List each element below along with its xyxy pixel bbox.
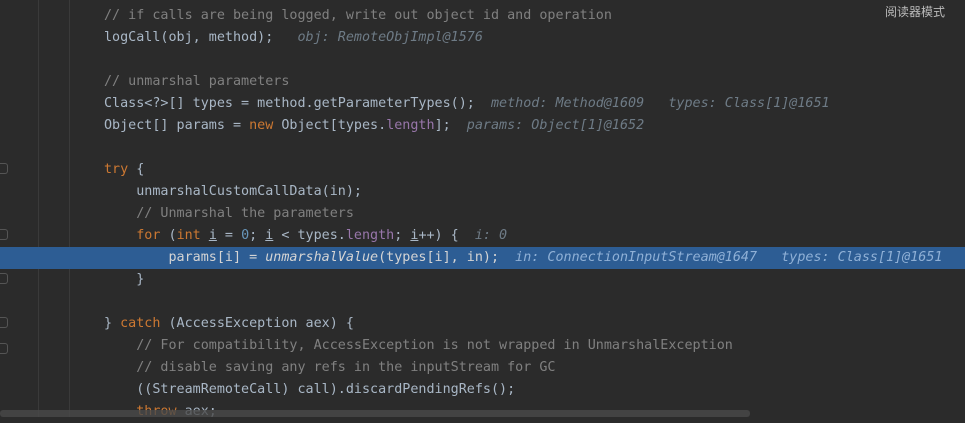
code-token: (: [160, 228, 177, 243]
code-text: } catch (AccessException aex) {: [104, 313, 354, 335]
code-token: logCall(obj, method);: [104, 30, 274, 45]
code-line[interactable]: logCall(obj, method); obj: RemoteObjImpl…: [0, 27, 965, 49]
inline-debug-value: obj: RemoteObjImpl@1576: [273, 30, 483, 45]
code-token: Object[types.: [273, 118, 387, 133]
code-token: (AccessException aex) {: [160, 316, 354, 331]
code-token: 0: [241, 228, 250, 243]
code-token: ++) {: [418, 228, 459, 243]
code-token: // For compatibility, AccessException is…: [104, 338, 733, 353]
code-token: {: [128, 162, 145, 177]
code-text: for (int i = 0; i < types.length; i++) {…: [104, 225, 507, 247]
code-token: params[i] =: [104, 250, 266, 265]
code-token: new: [249, 118, 274, 133]
code-text: // unmarshal parameters: [104, 71, 289, 93]
code-token: // Unmarshal the parameters: [104, 206, 354, 221]
code-token: unmarshalCustomCallData(in);: [104, 184, 362, 199]
code-text: try {: [104, 159, 144, 181]
code-line[interactable]: Object[] params = new Object[types.lengt…: [0, 115, 965, 137]
code-token: unmarshalValue: [265, 250, 379, 265]
code-token: catch: [120, 316, 161, 331]
code-token: int: [176, 228, 201, 243]
inline-debug-value: in: ConnectionInputStream@1647 types: Cl…: [499, 250, 943, 265]
code-token: // disable saving any refs in the inputS…: [104, 360, 556, 375]
code-text: // if calls are being logged, write out …: [104, 5, 612, 27]
code-line[interactable]: // For compatibility, AccessException is…: [0, 335, 965, 357]
code-line[interactable]: // disable saving any refs in the inputS…: [0, 357, 965, 379]
code-line[interactable]: [0, 49, 965, 71]
code-text: unmarshalCustomCallData(in);: [104, 181, 362, 203]
code-line[interactable]: // unmarshal parameters: [0, 71, 965, 93]
code-token: Object[] params =: [104, 118, 250, 133]
horizontal-scrollbar[interactable]: [0, 410, 750, 417]
code-line[interactable]: Class<?>[] types = method.getParameterTy…: [0, 93, 965, 115]
code-text: logCall(obj, method); obj: RemoteObjImpl…: [104, 27, 483, 49]
code-token: length: [345, 228, 395, 243]
code-line[interactable]: unmarshalCustomCallData(in);: [0, 181, 965, 203]
code-token: < types.: [273, 228, 346, 243]
code-token: // if calls are being logged, write out …: [104, 8, 612, 23]
code-token: ];: [434, 118, 451, 133]
code-token: // unmarshal parameters: [104, 74, 290, 89]
code-token: =: [216, 228, 242, 243]
code-token: }: [104, 272, 145, 287]
execution-point-line[interactable]: params[i] = unmarshalValue(types[i], in)…: [0, 247, 965, 269]
code-text: }: [104, 269, 144, 291]
code-text: Object[] params = new Object[types.lengt…: [104, 115, 644, 137]
reader-mode-toggle[interactable]: 阅读器模式: [885, 3, 945, 20]
code-token: }: [104, 316, 121, 331]
code-text: ((StreamRemoteCall) call).discardPending…: [104, 379, 515, 401]
code-text: // For compatibility, AccessException is…: [104, 335, 733, 357]
code-token: ;: [249, 228, 266, 243]
code-token: try: [104, 162, 129, 177]
code-line[interactable]: try {: [0, 159, 965, 181]
code-line[interactable]: for (int i = 0; i < types.length; i++) {…: [0, 225, 965, 247]
inline-debug-value: params: Object[1]@1652: [450, 118, 645, 133]
code-line[interactable]: // if calls are being logged, write out …: [0, 5, 965, 27]
code-line[interactable]: } catch (AccessException aex) {: [0, 313, 965, 335]
code-editor[interactable]: // if calls are being logged, write out …: [0, 5, 965, 423]
inline-debug-value: i: 0: [458, 228, 508, 243]
code-token: (types[i], in);: [378, 250, 500, 265]
code-line[interactable]: [0, 137, 965, 159]
code-token: Class<?>[] types = method.getParameterTy…: [104, 96, 475, 111]
code-line[interactable]: }: [0, 269, 965, 291]
code-token: ((StreamRemoteCall) call).discardPending…: [104, 382, 516, 397]
code-text: // Unmarshal the parameters: [104, 203, 354, 225]
code-token: length: [386, 118, 435, 133]
code-line[interactable]: [0, 291, 965, 313]
code-token: i: [208, 228, 217, 243]
inline-debug-value: method: Method@1609 types: Class[1]@1651: [474, 96, 830, 111]
code-text: // disable saving any refs in the inputS…: [104, 357, 555, 379]
code-token: for: [136, 228, 161, 243]
code-text: Class<?>[] types = method.getParameterTy…: [104, 93, 830, 115]
code-token: ;: [394, 228, 411, 243]
code-text: params[i] = unmarshalValue(types[i], in)…: [104, 247, 942, 269]
code-line[interactable]: ((StreamRemoteCall) call).discardPending…: [0, 379, 965, 401]
code-line[interactable]: // Unmarshal the parameters: [0, 203, 965, 225]
